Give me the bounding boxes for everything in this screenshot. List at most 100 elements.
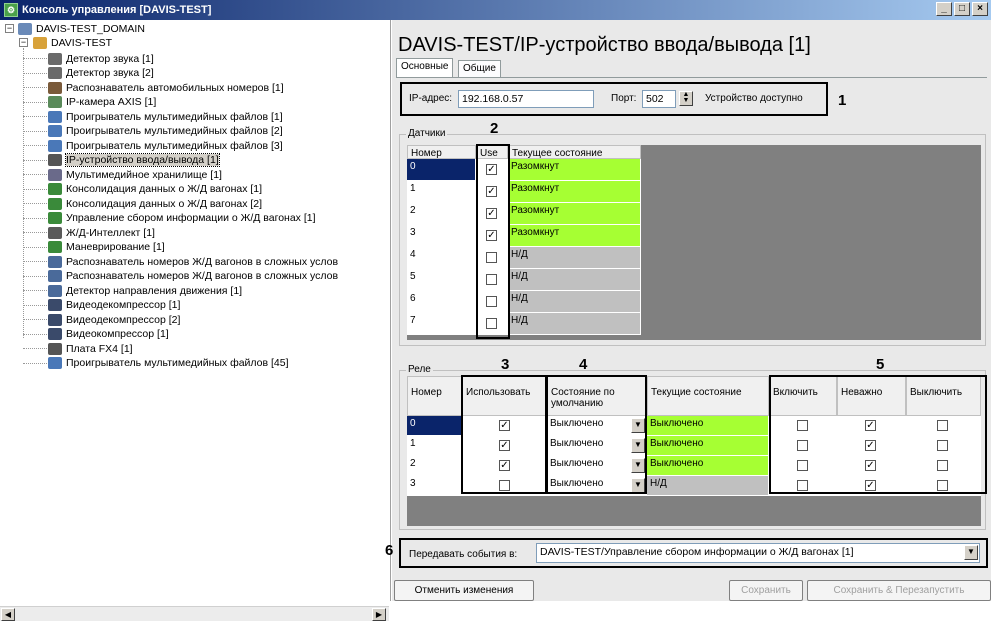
sensor-number-cell[interactable]: 4 <box>407 247 476 269</box>
settings-panel: DAVIS-TEST/IP-устройство ввода/вывода [1… <box>385 20 991 601</box>
storage-icon <box>48 168 62 181</box>
tree-item-label: Консолидация данных о Ж/Д вагонах [1] <box>66 183 263 195</box>
callout-3: 3 <box>501 356 510 373</box>
player-icon <box>48 125 62 137</box>
io-device-icon <box>48 154 62 166</box>
sensor-state-cell: Н/Д <box>508 313 641 335</box>
tree-root-label: DAVIS-TEST_DOMAIN <box>36 22 145 35</box>
tree-item[interactable]: Маневрирование [1] <box>48 240 165 255</box>
tree-item[interactable]: Видеодекомпрессор [1] <box>48 298 180 313</box>
tree-item-label: Мультимедийное хранилище [1] <box>66 168 222 181</box>
sound-detector-icon <box>48 67 62 79</box>
tree-computer[interactable]: DAVIS-TEST <box>33 35 112 50</box>
tree-item[interactable]: Консолидация данных о Ж/Д вагонах [1] <box>48 182 262 197</box>
tree-item[interactable]: Распознаватель номеров Ж/Д вагонов в сло… <box>48 269 338 284</box>
player-icon <box>48 110 62 123</box>
tree-item-label: Видеокомпрессор [1] <box>66 328 169 340</box>
sensor-number-cell[interactable]: 1 <box>407 181 476 203</box>
cancel-changes-button[interactable]: Отменить изменения <box>394 580 534 601</box>
magnifier-icon <box>48 270 62 282</box>
sensor-number-cell[interactable]: 7 <box>407 313 476 335</box>
sensor-number-cell[interactable]: 6 <box>407 291 476 313</box>
sensor-number-cell[interactable]: 0 <box>407 159 476 181</box>
sensor-number-cell[interactable]: 3 <box>407 225 476 247</box>
tree-item[interactable]: Проигрыватель мультимедийных файлов [3] <box>48 138 283 153</box>
relays-header-cell: Текущие состояние <box>647 376 769 416</box>
tree-item[interactable]: Мультимедийное хранилище [1] <box>48 167 222 182</box>
sensor-number-cell[interactable]: 2 <box>407 203 476 225</box>
magnifier-icon <box>48 255 62 268</box>
relay-number-cell[interactable]: 0 <box>407 416 462 436</box>
tree-horizontal-scrollbar[interactable]: ◀ ▶ <box>0 606 389 621</box>
collapse-computer-icon[interactable]: − <box>19 38 28 47</box>
tree-item-label: IP-устройство ввода/вывода [1] <box>65 153 220 167</box>
relay-number-cell[interactable]: 2 <box>407 456 462 476</box>
tree-item[interactable]: Детектор направления движения [1] <box>48 283 242 298</box>
tree-item[interactable]: Детектор звука [1] <box>48 51 154 66</box>
highlight-relay-default <box>546 375 647 494</box>
compressor-icon <box>48 328 62 340</box>
object-tree[interactable]: − DAVIS-TEST_DOMAIN − DAVIS-TEST Детекто… <box>0 20 391 621</box>
tree-item[interactable]: Проигрыватель мультимедийных файлов [2] <box>48 124 283 139</box>
relay-number-cell[interactable]: 1 <box>407 436 462 456</box>
callout-2: 2 <box>490 120 499 137</box>
tree-item[interactable]: Управление сбором информации о Ж/Д вагон… <box>48 211 316 226</box>
tree-root-domain[interactable]: DAVIS-TEST_DOMAIN <box>18 21 145 36</box>
highlight-relay-actions <box>769 375 987 494</box>
sensor-state-cell: Разомкнут <box>508 159 641 181</box>
maximize-button[interactable]: □ <box>954 2 970 16</box>
save-button[interactable]: Сохранить <box>729 580 803 601</box>
tree-item[interactable]: Видеодекомпрессор [2] <box>48 312 180 327</box>
sensor-state-cell: Н/Д <box>508 247 641 269</box>
rail-intellect-icon <box>48 226 62 239</box>
tree-item[interactable]: Проигрыватель мультимедийных файлов [1] <box>48 109 283 124</box>
collapse-root-icon[interactable]: − <box>5 24 14 33</box>
close-button[interactable]: × <box>972 2 988 16</box>
device-status-text: Устройство доступно <box>705 93 803 104</box>
board-icon <box>48 342 62 355</box>
tree-item[interactable]: Распознаватель автомобильных номеров [1] <box>48 80 284 95</box>
app-icon: ⚙ <box>4 3 18 17</box>
scroll-left-icon[interactable]: ◀ <box>1 608 15 621</box>
tab-general[interactable]: Общие <box>458 60 501 77</box>
port-input[interactable]: 502 <box>642 90 676 108</box>
events-dropdown-arrow-icon[interactable]: ▼ <box>964 545 978 560</box>
tree-item-label: Распознаватель номеров Ж/Д вагонов в сло… <box>66 255 339 268</box>
tree-item[interactable]: Распознаватель номеров Ж/Д вагонов в сло… <box>48 254 338 269</box>
relay-number-cell[interactable]: 3 <box>407 476 462 496</box>
relay-current-state-cell: Н/Д <box>647 476 769 496</box>
window-titlebar: ⚙ Консоль управления [DAVIS-TEST] _ □ × <box>0 0 991 20</box>
tree-item[interactable]: Консолидация данных о Ж/Д вагонах [2] <box>48 196 262 211</box>
tree-item[interactable]: Ж/Д-Интеллект [1] <box>48 225 155 240</box>
tree-item-label: IP-камера AXIS [1] <box>66 96 157 108</box>
tree-item-label: Детектор звука [1] <box>66 52 154 65</box>
tree-item-label: Видеодекомпрессор [2] <box>66 313 181 326</box>
sensors-title: Датчики <box>406 128 448 139</box>
sensor-state-cell: Разомкнут <box>508 225 641 247</box>
sensors-header-cell: Номер <box>407 145 476 159</box>
sensor-number-cell[interactable]: 5 <box>407 269 476 291</box>
save-restart-button[interactable]: Сохранить & Перезапустить <box>807 580 991 601</box>
tree-item[interactable]: Видеокомпрессор [1] <box>48 327 169 342</box>
highlight-relay-use <box>461 375 547 494</box>
sensors-header-cell: Текущее состояние <box>508 145 641 159</box>
callout-6: 6 <box>385 542 394 559</box>
scroll-right-icon[interactable]: ▶ <box>372 608 386 621</box>
tree-item[interactable]: Детектор звука [2] <box>48 66 154 81</box>
rail-icon <box>48 183 62 195</box>
decompressor-icon <box>48 299 62 311</box>
ip-address-input[interactable]: 192.168.0.57 <box>458 90 594 108</box>
events-target-select[interactable]: DAVIS-TEST/Управление сбором информации … <box>536 543 980 563</box>
minimize-button[interactable]: _ <box>936 2 952 16</box>
tree-item-label: Проигрыватель мультимедийных файлов [45] <box>66 357 289 369</box>
sensor-state-cell: Разомкнут <box>508 181 641 203</box>
domain-icon <box>18 22 32 35</box>
tree-item[interactable]: Проигрыватель мультимедийных файлов [45] <box>48 356 289 371</box>
decompressor-icon <box>48 313 62 326</box>
tab-main[interactable]: Основные <box>396 58 454 77</box>
tree-item[interactable]: IP-камера AXIS [1] <box>48 95 156 110</box>
tree-item[interactable]: Плата FX4 [1] <box>48 341 133 356</box>
camera-icon <box>48 96 62 108</box>
port-spinner[interactable]: ▲ ▼ <box>679 91 693 106</box>
tree-item[interactable]: IP-устройство ввода/вывода [1] <box>48 153 220 168</box>
